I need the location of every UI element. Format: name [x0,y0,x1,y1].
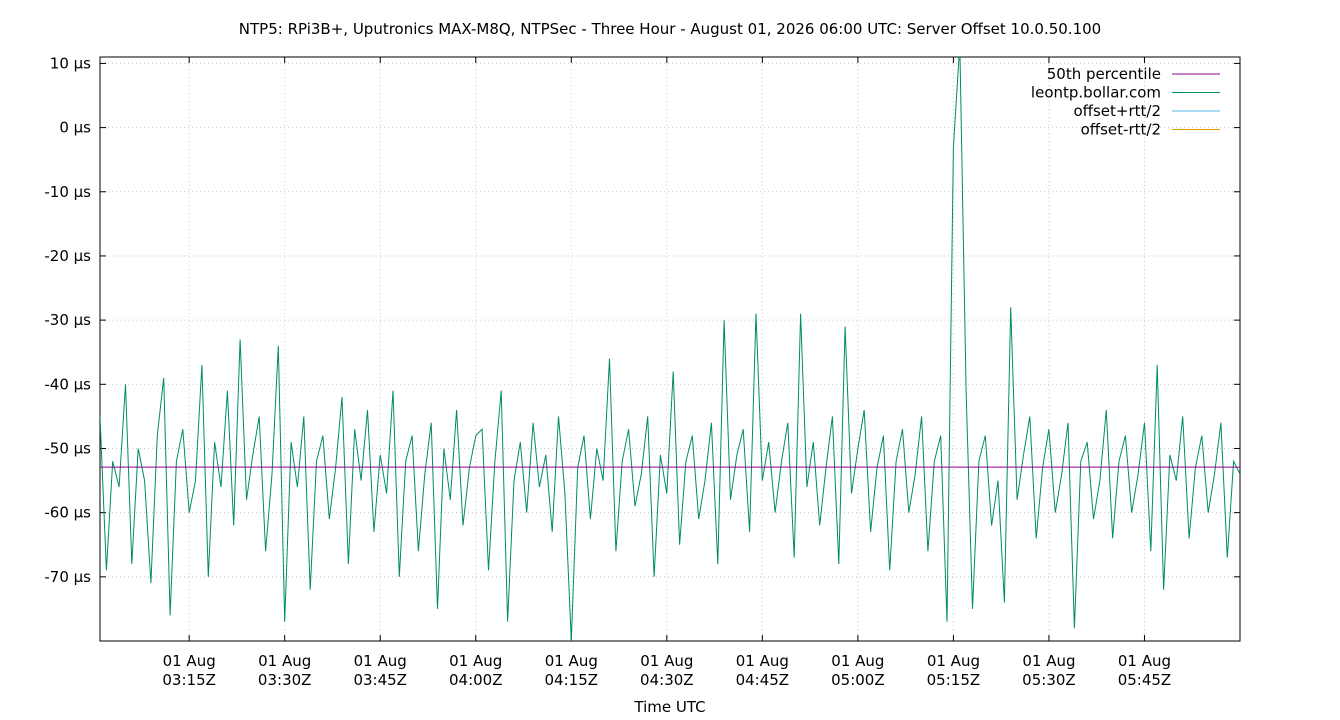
grid-lines [100,57,1240,641]
x-tick-label-time: 03:15Z [162,671,216,689]
chart-title: NTP5: RPi3B+, Uputronics MAX-M8Q, NTPSec… [239,20,1101,38]
y-tick-label: -30 µs [44,311,91,329]
x-tick-label-date: 01 Aug [1022,652,1075,670]
x-tick-label-time: 03:45Z [353,671,407,689]
x-tick-label-date: 01 Aug [927,652,980,670]
x-tick-label-date: 01 Aug [258,652,311,670]
x-tick-label-time: 05:30Z [1022,671,1076,689]
x-tick-label-time: 04:45Z [736,671,790,689]
y-tick-label: -50 µs [44,439,91,457]
legend: 50th percentileleontp.bollar.comoffset+r… [1031,65,1220,139]
x-tick-label-time: 03:30Z [258,671,312,689]
x-tick-label-date: 01 Aug [736,652,789,670]
x-tick-label-time: 05:15Z [927,671,981,689]
x-tick-label-date: 01 Aug [545,652,598,670]
x-tick-label-date: 01 Aug [449,652,502,670]
y-tick-label: -40 µs [44,375,91,393]
x-tick-label-date: 01 Aug [163,652,216,670]
y-tick-label: -10 µs [44,183,91,201]
plot-frame [99,56,1241,642]
legend-label: 50th percentile [1047,65,1161,83]
x-tick-label-date: 01 Aug [640,652,693,670]
x-tick-label-time: 05:00Z [831,671,885,689]
y-tick-label: 10 µs [50,54,91,72]
series-line-1 [100,57,1240,641]
x-tick-label-date: 01 Aug [831,652,884,670]
y-tick-label: 0 µs [59,119,91,137]
y-tick-label: -60 µs [44,504,91,522]
x-tick-label-date: 01 Aug [1118,652,1171,670]
x-tick-label-time: 04:30Z [640,671,694,689]
x-tick-label-time: 05:45Z [1118,671,1172,689]
series-layer [100,57,1240,641]
offset-chart: NTP5: RPi3B+, Uputronics MAX-M8Q, NTPSec… [44,20,1241,716]
legend-label: offset+rtt/2 [1073,102,1161,120]
x-tick-label-time: 04:15Z [545,671,599,689]
x-tick-label-time: 04:00Z [449,671,503,689]
y-tick-label: -20 µs [44,247,91,265]
x-axis-label: Time UTC [633,698,705,716]
x-tick-label-date: 01 Aug [354,652,407,670]
legend-label: leontp.bollar.com [1031,84,1161,102]
legend-label: offset-rtt/2 [1081,121,1161,139]
y-tick-label: -70 µs [44,568,91,586]
